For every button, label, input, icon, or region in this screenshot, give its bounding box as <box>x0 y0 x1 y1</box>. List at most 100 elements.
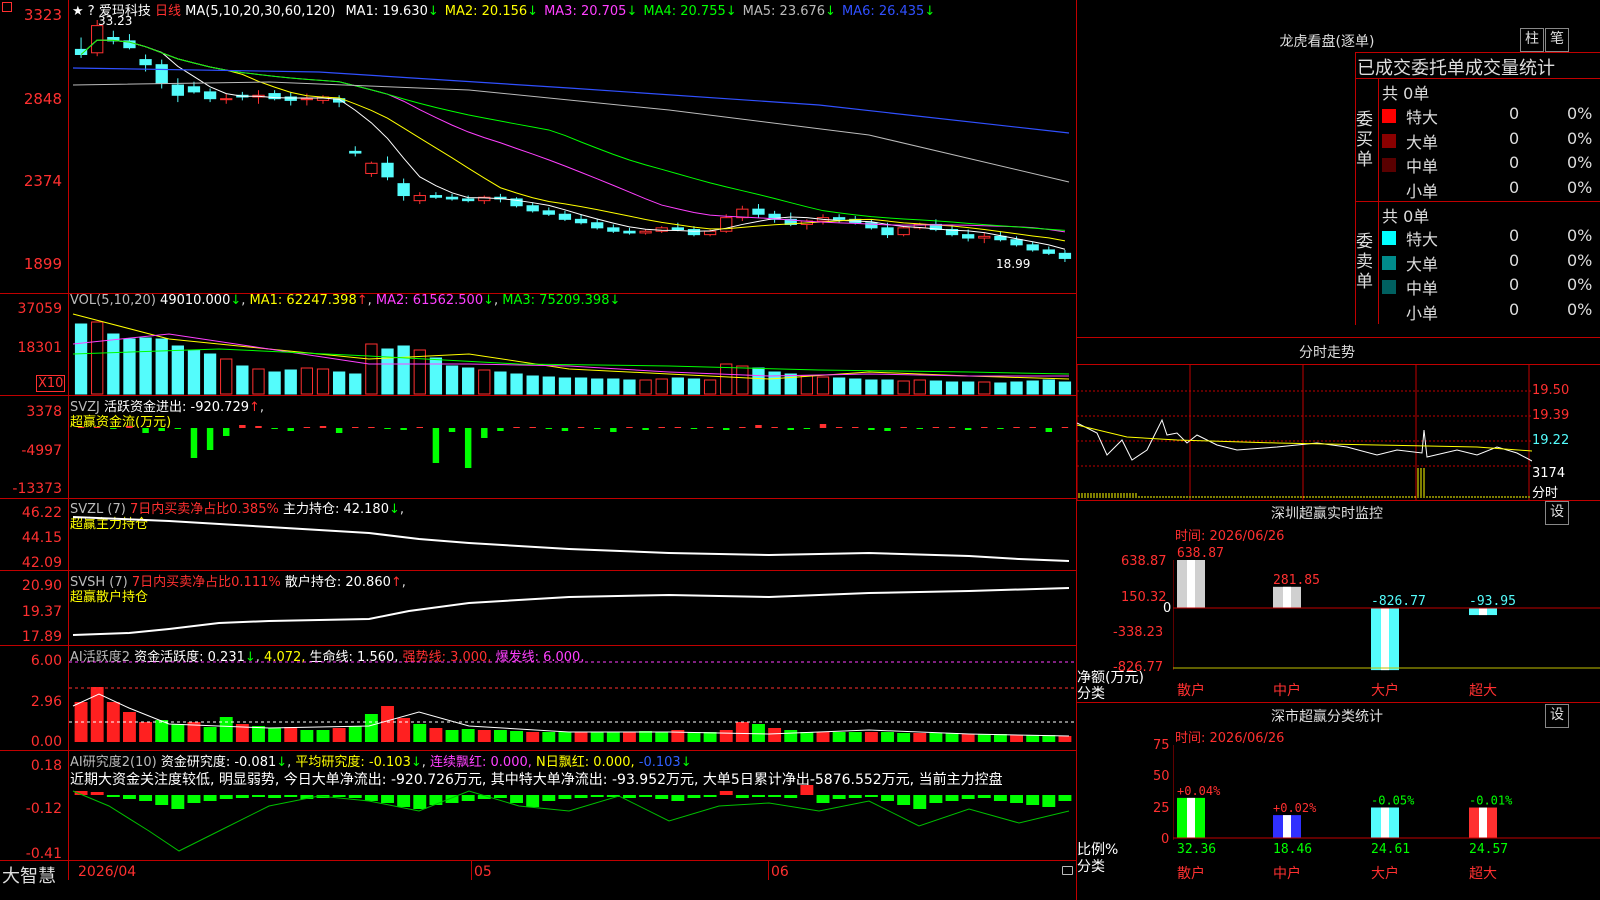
vol-bar <box>736 365 749 395</box>
buy-swatch-1 <box>1382 133 1396 148</box>
ai-research-axis-top: 0.18 <box>30 758 62 774</box>
svzj-bar <box>142 428 149 433</box>
intraday-axis-top: 19.50 <box>1532 383 1570 398</box>
classify-change-0: +0.04% <box>1177 784 1221 798</box>
ai-research-bar <box>219 795 233 799</box>
candle-body <box>413 195 426 202</box>
vol-bar <box>1010 381 1023 395</box>
ai-active-bar <box>623 732 636 742</box>
ai-research-bar <box>510 795 523 803</box>
svzj-bar <box>400 428 407 430</box>
buy-row-count-2: 0 <box>1509 153 1520 172</box>
vol-bar <box>171 345 184 395</box>
intraday-axis-mid: 19.39 <box>1532 408 1570 423</box>
intraday-bottom-line <box>1077 500 1600 501</box>
ai-research-bar <box>800 785 814 795</box>
volume-chart[interactable] <box>69 294 1076 395</box>
classify-change-1: +0.02% <box>1273 801 1317 815</box>
svzj-bar <box>255 426 262 428</box>
ai-active-bar <box>429 728 443 742</box>
svzj-bar <box>271 428 278 429</box>
dragon-header: 已成交委托单成交量统计 <box>1357 58 1555 79</box>
vol-bar <box>542 376 555 395</box>
sell-swatch-2 <box>1382 280 1396 294</box>
dragon-tick-button[interactable]: 笔 <box>1545 28 1569 52</box>
price-chart[interactable] <box>69 0 1076 293</box>
monitor-settings-button[interactable]: 设 <box>1545 501 1569 525</box>
sell-row-count-2: 0 <box>1509 275 1520 294</box>
ai-research-bar <box>881 795 894 801</box>
vol-bar <box>623 379 636 395</box>
svzj-bar <box>126 426 133 428</box>
divider-bottom <box>0 860 1077 861</box>
price-axis-2374: 2374 <box>23 172 62 190</box>
svzl-chart[interactable] <box>69 499 1076 570</box>
svsh-axis-bot: 17.89 <box>21 629 62 645</box>
ma30-line <box>80 39 1065 231</box>
ai-active-bar <box>864 732 878 742</box>
ai-research-bar <box>590 795 604 797</box>
classify-bar-1 <box>1273 815 1301 838</box>
vol-bar <box>881 379 894 395</box>
ai-active-bar <box>477 730 491 742</box>
monitor-chart[interactable]: 638.87 散户 281.85 中户 -826.77 大户 -93.95 超大 <box>1173 540 1600 700</box>
ai-active-bar <box>816 732 830 742</box>
candle-body <box>203 91 217 100</box>
vol-bar <box>768 371 781 395</box>
svzj-bar <box>481 428 488 438</box>
ai-research-bar <box>203 795 217 801</box>
vol-bar <box>865 379 878 395</box>
x-tick-jun <box>768 860 769 880</box>
sell-row-count-3: 0 <box>1509 299 1520 319</box>
intraday-axis-bot: 19.22 <box>1532 433 1570 448</box>
vol-bar <box>929 380 943 395</box>
vol-bar <box>236 365 249 395</box>
ai-active-bar <box>348 726 362 742</box>
buy-row-label-0: 特大 <box>1406 108 1439 127</box>
classify-cat-2: 大户 <box>1371 865 1399 882</box>
vol-bar <box>1058 381 1072 395</box>
vol-bar <box>994 382 1007 395</box>
svsh-axis-mid: 19.37 <box>21 604 62 620</box>
vol-bar <box>462 367 475 395</box>
vol-bar <box>720 363 733 395</box>
svzj-bar <box>561 428 569 431</box>
ai-research-chart[interactable] <box>69 751 1076 860</box>
lock-icon[interactable] <box>1062 866 1073 875</box>
x-axis-may: 05 <box>474 864 492 880</box>
ai-active-bar <box>123 712 136 742</box>
monitor-cat-3: 超大 <box>1469 683 1497 699</box>
vol-axis-mid: 18301 <box>17 340 62 356</box>
intraday-chart[interactable] <box>1077 365 1532 500</box>
ai-active-bar <box>526 732 540 742</box>
ai-research-bar <box>171 795 185 809</box>
candle-body <box>558 213 572 220</box>
ai-research-bar <box>832 795 846 799</box>
ai-active-chart[interactable] <box>69 646 1076 750</box>
svzj-bar <box>884 428 891 431</box>
candle-body <box>74 48 88 55</box>
ai-research-axis-bot: -0.41 <box>25 846 62 862</box>
ai-research-bar <box>752 795 765 797</box>
monitor-bar-0 <box>1177 560 1205 608</box>
sell-swatch-3 <box>1382 304 1396 319</box>
monitor-label-2: 分类 <box>1077 686 1105 702</box>
dragon-bar-button[interactable]: 柱 <box>1520 28 1544 52</box>
ai-research-bar <box>235 795 249 798</box>
classify-settings-button[interactable]: 设 <box>1545 704 1569 728</box>
ai-active-bar <box>203 727 217 742</box>
svzj-chart[interactable] <box>69 396 1076 498</box>
ai-active-bar <box>171 724 185 742</box>
candle-body <box>671 227 684 231</box>
ai-research-bar <box>106 795 120 797</box>
ma60-line <box>72 81 1070 183</box>
ai-active-bar <box>961 734 975 742</box>
candle-body <box>832 217 846 220</box>
svzj-bar <box>642 428 649 430</box>
sell-row-label-2: 中单 <box>1406 279 1439 298</box>
svsh-axis-top: 20.90 <box>21 578 62 594</box>
buy-side-label: 委买单 <box>1356 110 1373 170</box>
svsh-chart[interactable] <box>69 571 1076 645</box>
classify-chart[interactable]: +0.04% 32.36 散户 +0.02% 18.46 中户 -0.05% 24.61 大户 -… <box>1173 740 1600 900</box>
svzj-axis-top: 3378 <box>26 404 62 420</box>
